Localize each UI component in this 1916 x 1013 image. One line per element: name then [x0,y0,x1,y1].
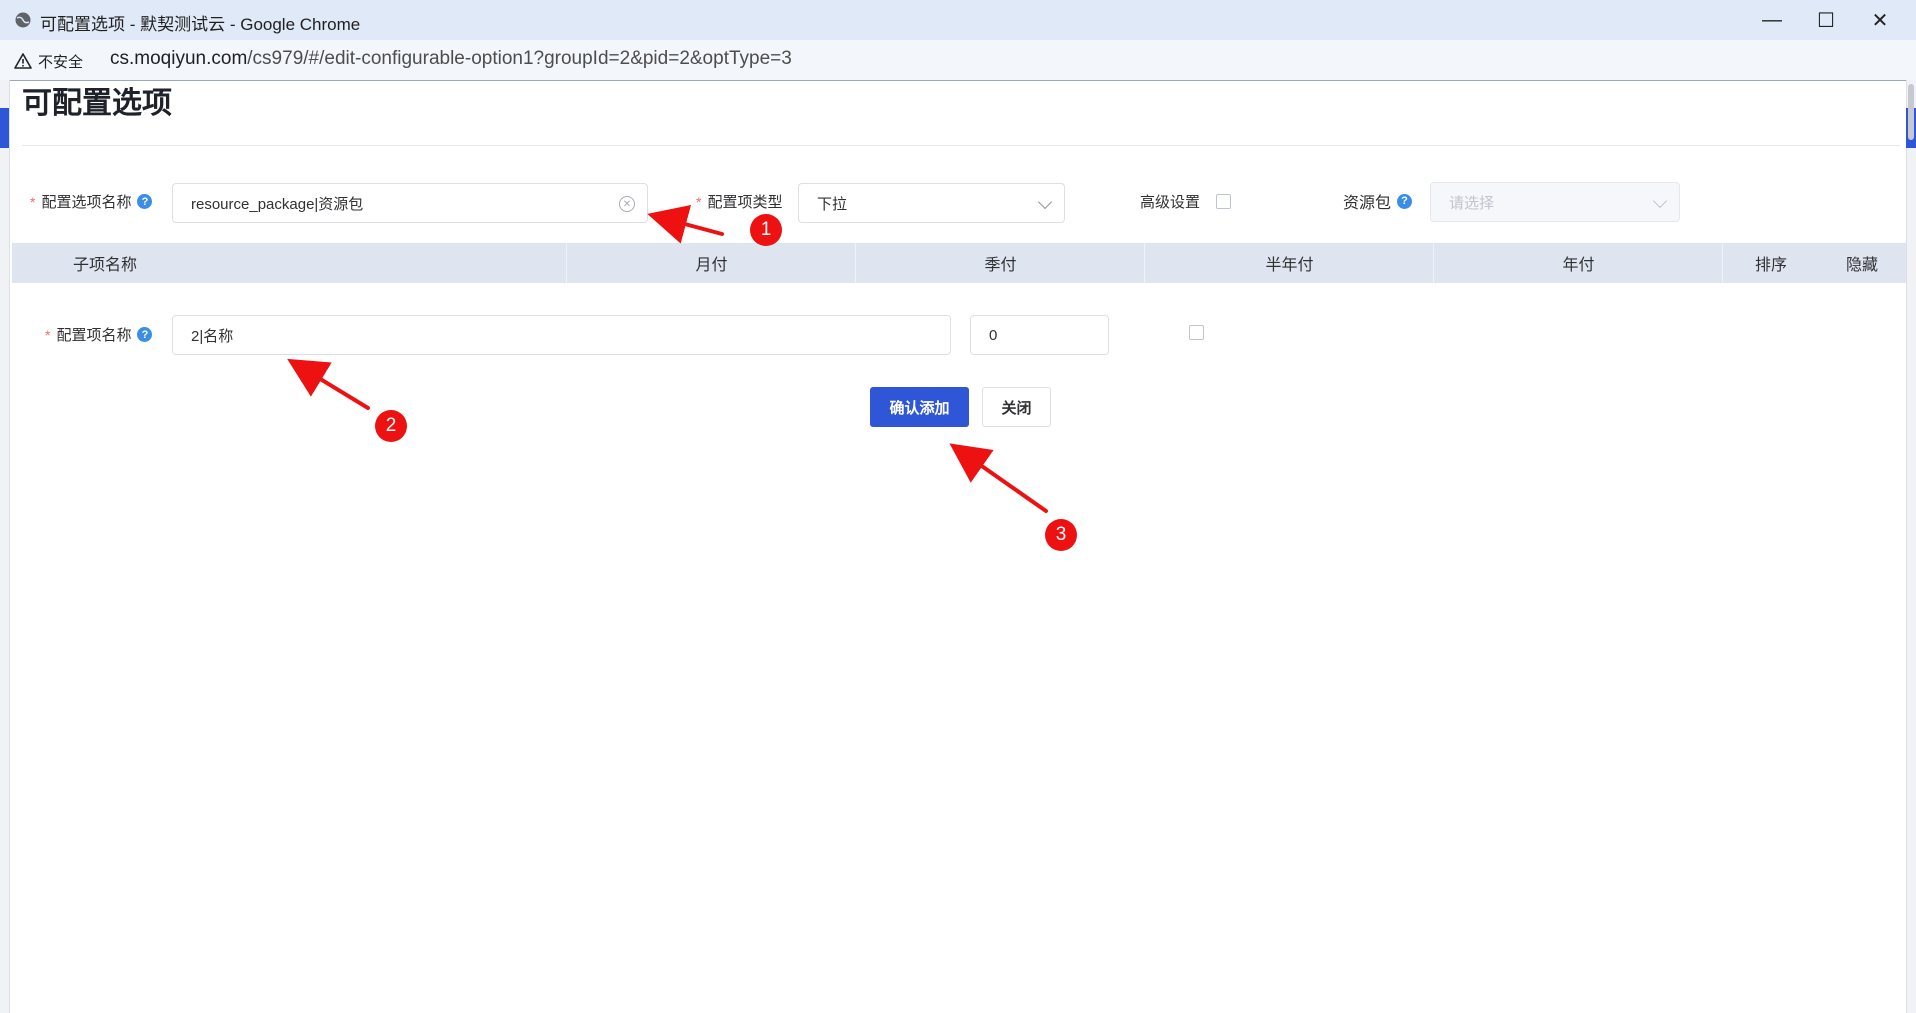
required-mark: * [45,326,51,343]
url-host: cs.moqiyun.com [110,48,248,69]
option-name-value: resource_package|资源包 [191,195,364,213]
option-type-value: 下拉 [817,195,848,213]
monthly-price-input[interactable]: 0 [970,315,1109,355]
close-button[interactable]: 关闭 [982,387,1051,427]
column-header-hidden: 隐藏 [1845,257,1878,274]
column-header-semiannual: 半年付 [1144,243,1434,283]
scrollbar-thumb[interactable] [1908,84,1914,140]
clear-icon[interactable]: ✕ [619,196,635,212]
left-page-edge [0,80,10,1013]
minimize-button[interactable]: — [1744,0,1800,40]
option-type-label: * 配置项类型 [696,191,782,212]
monthly-price-value: 0 [989,326,998,344]
option-name-label: * 配置选项名称 ? [30,191,153,212]
annotation-marker-1: 1 [750,214,782,246]
close-window-button[interactable]: ✕ [1852,0,1908,40]
resource-package-select[interactable]: 请选择 [1430,182,1680,222]
option-type-label-text: 配置项类型 [707,194,783,211]
page-title: 可配置选项 [22,87,172,120]
annotation-arrow-2 [287,358,370,410]
help-icon[interactable]: ? [1397,193,1413,209]
url-path: /cs979/#/edit-configurable-option1?group… [247,48,792,69]
item-name-value: 2|名称 [191,327,234,345]
resource-package-placeholder: 请选择 [1449,194,1495,212]
annotation-arrow-1 [647,204,724,244]
help-icon[interactable]: ? [137,194,153,209]
item-name-input[interactable]: 2|名称 [172,315,951,355]
item-name-label-text: 配置项名称 [56,327,132,344]
column-header-monthly: 月付 [566,243,856,283]
security-indicator[interactable]: 不安全 [14,49,83,73]
resource-package-label: 资源包 ? [1343,189,1413,213]
confirm-add-button[interactable]: 确认添加 [870,387,969,427]
column-header-annual: 年付 [1433,243,1723,283]
annotation-marker-3: 3 [1045,519,1077,551]
item-hidden-checkbox[interactable] [1189,325,1204,340]
column-header-item-name: 子项名称 [72,257,137,274]
column-header-quarterly: 季付 [855,243,1145,283]
option-name-label-text: 配置选项名称 [41,194,132,211]
insecure-label: 不安全 [38,53,84,71]
column-header-sort: 排序 [1722,243,1819,283]
item-name-label: * 配置项名称 ? [45,324,153,345]
option-name-input[interactable]: resource_package|资源包 ✕ [172,183,648,223]
warning-icon [14,53,32,69]
annotation-arrows [287,204,1048,513]
help-icon[interactable]: ? [137,327,153,342]
required-mark: * [696,193,702,210]
globe-icon [15,12,31,28]
chevron-down-icon [1037,194,1053,210]
advanced-settings-label: 高级设置 [1140,194,1201,211]
annotation-arrow-3 [949,443,1048,513]
scrollbar-track[interactable] [1906,80,1916,1013]
option-type-select[interactable]: 下拉 [798,183,1065,223]
chevron-down-icon [1652,193,1668,209]
url-field[interactable]: cs.moqiyun.com/cs979/#/edit-configurable… [110,48,792,70]
window-title: 可配置选项 - 默契测试云 - Google Chrome [40,15,361,34]
title-divider [22,145,1900,146]
background-header-strip [0,108,9,148]
annotation-marker-2: 2 [375,410,407,442]
maximize-button[interactable]: ☐ [1798,0,1854,40]
resource-package-label-text: 资源包 [1343,195,1392,212]
required-mark: * [30,193,36,210]
advanced-settings-checkbox[interactable] [1216,194,1231,209]
